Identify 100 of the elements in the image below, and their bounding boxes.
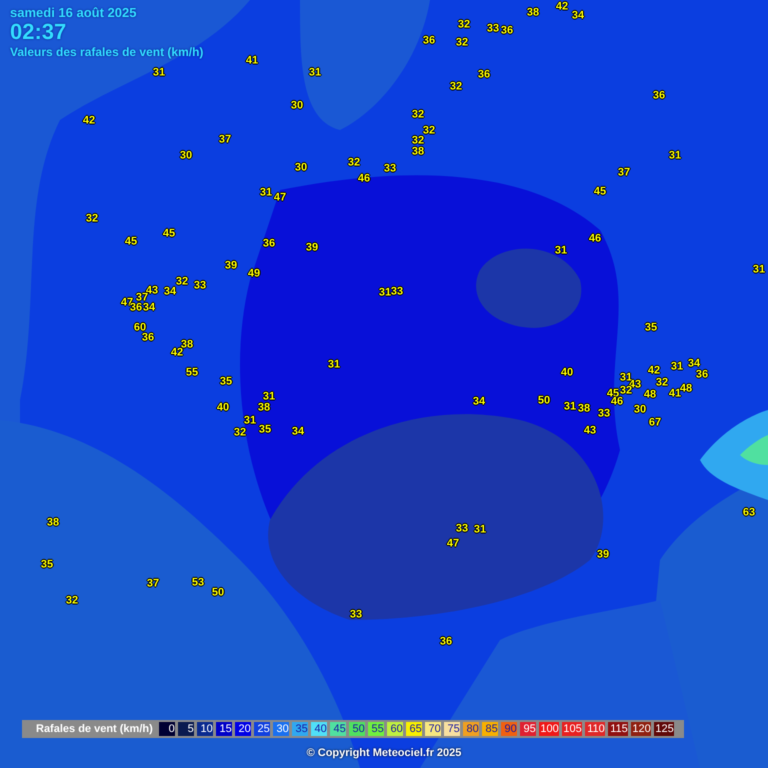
gust-value-label: 49 [248, 268, 260, 280]
gust-value-label: 33 [486, 24, 500, 34]
gust-value-label: 48 [680, 384, 692, 394]
gust-value-label: 45 [594, 186, 606, 198]
gust-value-label: 34 [572, 10, 584, 22]
legend-swatch: 20 [234, 722, 251, 736]
gust-value-label: 37 [218, 134, 232, 146]
legend-swatch: 80 [462, 722, 479, 736]
gust-value-label: 34 [164, 286, 176, 298]
gust-value-label: 30 [180, 150, 192, 162]
legend-swatch: 100 [538, 722, 559, 736]
legend-swatch: 45 [330, 722, 346, 736]
gust-value-label: 33 [456, 524, 468, 534]
gust-value-label: 43 [584, 426, 596, 436]
gust-value-label: 34 [292, 426, 304, 438]
legend-swatch: 15 [216, 722, 232, 736]
gust-value-label: 31 [670, 362, 684, 372]
gust-value-label: 32 [450, 82, 462, 92]
legend-swatch: 30 [272, 722, 289, 736]
gust-value-label: 31 [260, 188, 272, 198]
gust-value-label: 32 [656, 378, 668, 388]
gust-value-label: 38 [258, 402, 270, 414]
legend-swatch: 110 [584, 722, 605, 736]
legend-swatch: 10 [196, 722, 213, 736]
gust-value-label: 31 [564, 402, 576, 412]
gust-value-label: 34 [688, 358, 700, 370]
gust-value-label: 32 [620, 386, 632, 396]
legend-swatch: 55 [368, 722, 384, 736]
gust-value-label: 32 [86, 214, 98, 224]
gust-value-label: 42 [556, 2, 568, 12]
gust-value-label: 32 [176, 276, 188, 288]
gust-value-label: 42 [648, 366, 660, 376]
gust-value-label: 32 [234, 428, 246, 438]
gust-value-label: 36 [422, 36, 436, 46]
gust-value-label: 38 [526, 8, 540, 18]
gust-value-label: 30 [290, 100, 304, 112]
gust-value-label: 50 [538, 396, 550, 406]
gust-value-label: 31 [244, 416, 256, 426]
gust-value-label: 31 [152, 68, 166, 78]
gust-value-label: 37 [146, 578, 160, 590]
legend-swatch: 90 [500, 722, 517, 736]
gust-value-label: 45 [124, 236, 138, 248]
gust-value-label: 41 [668, 388, 682, 400]
gust-value-label: 33 [598, 408, 610, 420]
gust-value-label: 32 [456, 38, 468, 48]
gust-value-label: 42 [82, 116, 96, 126]
map-title: Valeurs des rafales de vent (km/h) [10, 44, 204, 60]
legend-swatch: 125 [654, 722, 674, 736]
gust-value-label: 36 [696, 370, 708, 380]
legend-swatch: 40 [310, 722, 327, 736]
gust-value-label: 31 [262, 392, 276, 402]
gust-value-label: 46 [358, 174, 370, 184]
gust-value-label: 30 [634, 404, 646, 416]
legend-swatch: 85 [482, 722, 498, 736]
gust-value-label: 67 [648, 418, 662, 428]
map-time: 02:37 [10, 20, 66, 44]
gust-value-label: 41 [246, 56, 258, 66]
gust-value-label: 31 [474, 524, 486, 536]
gust-value-label: 63 [742, 508, 756, 518]
gust-value-label: 31 [378, 288, 392, 298]
gust-value-label: 35 [40, 560, 54, 570]
legend-swatch: 65 [406, 722, 422, 736]
copyright-text: © Copyright Meteociel.fr 2025 [306, 747, 462, 759]
gust-value-label: 33 [384, 164, 396, 174]
legend-swatch: 75 [444, 722, 460, 736]
gust-value-label: 36 [478, 70, 490, 80]
legend-swatch: 5 [178, 722, 194, 736]
legend-swatch: 50 [348, 722, 365, 736]
gust-value-label: 33 [350, 610, 362, 620]
legend-swatch: 115 [608, 722, 628, 736]
legend-swatch: 0 [158, 722, 175, 736]
gust-value-label: 34 [472, 396, 486, 408]
gust-value-label: 32 [348, 158, 360, 168]
legend-swatch: 25 [254, 722, 270, 736]
gust-value-label: 39 [306, 242, 318, 254]
gust-value-label: 35 [644, 322, 658, 334]
legend-swatch: 60 [386, 722, 403, 736]
gust-value-label: 60 [134, 322, 146, 334]
gust-value-label: 36 [500, 26, 514, 36]
gust-value-label: 31 [328, 360, 340, 370]
gust-value-label: 33 [194, 280, 206, 292]
gust-value-label: 47 [274, 192, 286, 204]
gust-value-label: 31 [668, 150, 682, 162]
gust-value-label: 32 [66, 596, 78, 606]
gust-value-label: 36 [440, 636, 452, 648]
gust-value-label: 37 [136, 292, 148, 304]
gust-value-label: 35 [258, 424, 272, 436]
legend-swatch: 105 [562, 722, 582, 736]
gust-value-label: 45 [162, 228, 176, 240]
gust-value-label: 46 [588, 234, 602, 244]
gust-value-label: 36 [262, 238, 276, 250]
gust-value-label: 40 [216, 402, 230, 414]
legend-swatch: 70 [424, 722, 441, 736]
gust-value-label: 48 [644, 390, 656, 400]
gust-value-label: 38 [46, 518, 60, 528]
gust-value-label: 31 [752, 264, 766, 276]
gust-value-label: 38 [412, 146, 424, 158]
gust-value-label: 35 [220, 376, 232, 388]
gust-value-label: 39 [596, 550, 610, 560]
gust-value-label: 38 [578, 404, 590, 414]
